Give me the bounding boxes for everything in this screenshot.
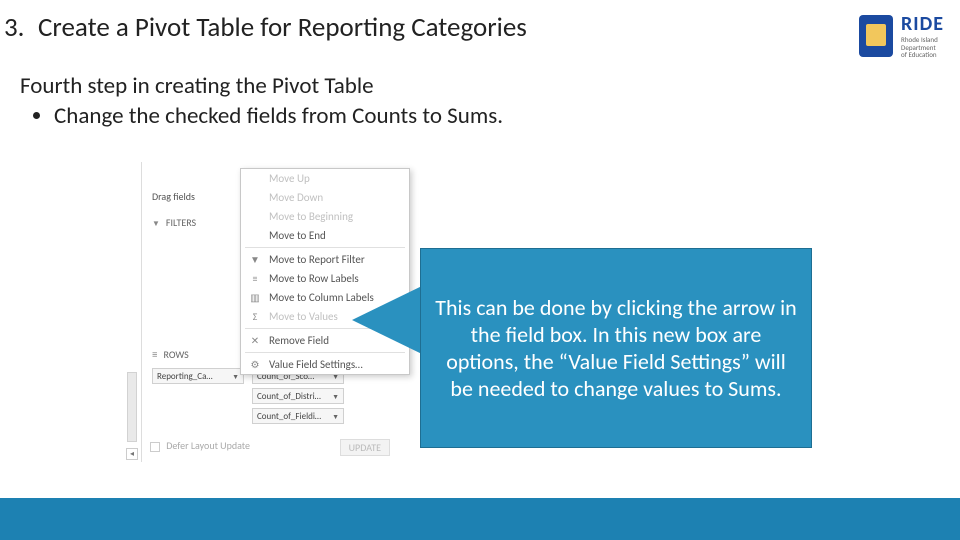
menu-move-up[interactable]: Move Up	[241, 169, 409, 188]
bullet-1: Change the checked fields from Counts to…	[54, 102, 503, 130]
menu-move-end[interactable]: Move to End	[241, 226, 409, 245]
title-number: 3.	[4, 11, 25, 44]
callout-box: This can be done by clicking the arrow i…	[420, 248, 812, 448]
ride-logo-badge	[859, 15, 893, 57]
row-field-label: Reporting_Ca…	[157, 371, 213, 382]
sigma-icon: Σ	[248, 310, 262, 323]
callout: This can be done by clicking the arrow i…	[352, 248, 812, 450]
row-field-reporting[interactable]: Reporting_Ca… ▼	[152, 368, 244, 384]
value-field-3-label: Count_of_Fieldi…	[257, 411, 321, 422]
value-field-2-label: Count_of_Distri…	[257, 391, 321, 402]
gear-icon: ⚙	[248, 358, 262, 371]
scroll-left-button[interactable]: ◂	[126, 448, 138, 460]
title-text: Create a Pivot Table for Reporting Categ…	[38, 11, 527, 44]
filter-icon: ▼	[248, 253, 262, 266]
ride-logo: RIDE Rhode Island Department of Educatio…	[859, 12, 944, 59]
title-row: 3. Create a Pivot Table for Reporting Ca…	[0, 8, 960, 48]
callout-text: This can be done by clicking the arrow i…	[435, 294, 797, 402]
worksheet-edge: ◂	[124, 162, 142, 462]
columns-icon: ▥	[248, 291, 262, 304]
body-text: Fourth step in creating the Pivot Table …	[20, 72, 503, 130]
slide-footer-bar	[0, 498, 960, 540]
close-icon: ✕	[248, 334, 262, 347]
filters-header: FILTERS	[152, 216, 196, 229]
callout-arrow-icon	[352, 284, 426, 356]
menu-move-beginning[interactable]: Move to Beginning	[241, 207, 409, 226]
ride-logo-sub3: of Education	[901, 51, 944, 59]
ride-logo-brand: RIDE	[901, 12, 944, 36]
rows-header: ROWS	[152, 348, 189, 361]
drag-fields-label: Drag fields	[152, 190, 195, 203]
value-field-3[interactable]: Count_of_Fieldi… ▼	[252, 408, 344, 424]
menu-move-down[interactable]: Move Down	[241, 188, 409, 207]
dropdown-arrow-icon[interactable]: ▼	[332, 392, 339, 401]
dropdown-arrow-icon[interactable]: ▼	[332, 412, 339, 421]
defer-checkbox[interactable]	[150, 442, 160, 452]
rows-icon: ≡	[248, 272, 262, 285]
step-intro: Fourth step in creating the Pivot Table	[20, 72, 503, 100]
value-field-2[interactable]: Count_of_Distri… ▼	[252, 388, 344, 404]
dropdown-arrow-icon[interactable]: ▼	[232, 372, 239, 381]
defer-label: Defer Layout Update	[166, 439, 250, 452]
vertical-scrollbar[interactable]	[127, 372, 137, 442]
